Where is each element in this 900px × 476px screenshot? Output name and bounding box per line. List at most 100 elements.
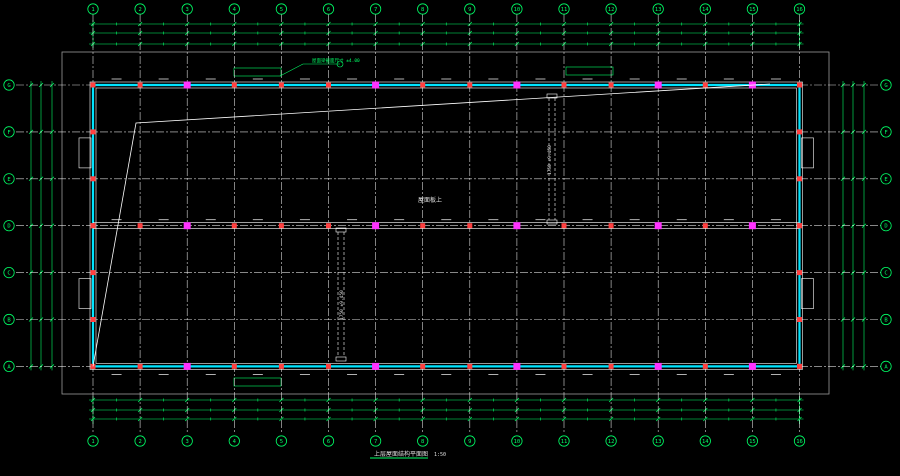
column-node [467, 223, 473, 229]
column-node [90, 270, 96, 276]
grid-bubble-top-9-label: 9 [468, 7, 471, 13]
side-bay-0 [78, 137, 92, 169]
grid-bubble-top-15-label: 15 [749, 7, 756, 13]
center-label: 屋面板上 [418, 196, 442, 204]
column-node [90, 82, 96, 88]
grid-bubble-bottom-2-label: 2 [138, 439, 141, 445]
column-node [702, 363, 708, 369]
grid-bubble-bottom-6-label: 6 [327, 439, 330, 445]
top-note-leader [279, 63, 340, 77]
beam-note-right: 1750 ±9.450 [547, 145, 553, 175]
slope-leader [92, 83, 771, 367]
drawing-title: 上层屋面结构平面图 [374, 450, 428, 458]
column-node [326, 363, 331, 369]
grid-bubble-left-G-label: G [7, 83, 10, 89]
side-bay-1 [78, 278, 92, 309]
grid-bubble-top-6-label: 6 [327, 7, 330, 13]
column-highlight [183, 222, 191, 230]
column-node [326, 82, 331, 88]
column-node [608, 82, 614, 88]
grid-bubble-bottom-12-label: 12 [608, 439, 615, 445]
column-highlight [513, 222, 521, 230]
grid-bubble-left-E-label: E [7, 177, 10, 183]
column-highlight [513, 81, 521, 89]
side-bay-3 [801, 278, 814, 309]
column-node [231, 82, 237, 88]
grid-bubble-bottom-11-label: 11 [561, 439, 568, 445]
grid-bubble-bottom-1-label: 1 [91, 439, 94, 445]
column-node [278, 82, 284, 88]
grid-bubble-top-7-label: 7 [374, 7, 377, 13]
grid-bubble-bottom-14-label: 14 [702, 439, 709, 445]
grid-bubble-right-D-label: D [884, 224, 887, 230]
column-highlight [183, 81, 191, 89]
column-node [467, 82, 473, 88]
grid-bubble-top-14-label: 14 [702, 7, 709, 13]
grid-bubble-top-1-label: 1 [91, 7, 94, 13]
beam-detail-cap-0 [546, 219, 558, 225]
structural-floor-plan: 1122334455667788991010111112121313141415… [3, 3, 892, 459]
column-node [561, 223, 567, 229]
column-node [90, 176, 96, 182]
side-bay-2 [801, 137, 814, 169]
column-node [420, 223, 426, 229]
column-node [420, 363, 426, 369]
column-node [797, 176, 802, 182]
column-node [608, 223, 614, 229]
column-highlight [372, 222, 380, 230]
beam-detail-cap-1 [335, 356, 347, 362]
column-node [326, 223, 331, 229]
grid-bubble-bottom-10-label: 10 [514, 439, 521, 445]
grid-bubble-top-3-label: 3 [186, 7, 189, 13]
top-note: 屋面梁截面尺寸 ±4.00 [312, 57, 360, 64]
column-highlight [654, 81, 662, 89]
column-node [420, 82, 426, 88]
column-node [797, 317, 802, 322]
column-highlight [183, 362, 191, 370]
beam-note-left: 1750 ±9.450 [339, 290, 345, 320]
column-node [467, 363, 473, 369]
column-node [561, 82, 567, 88]
column-highlight [513, 362, 521, 370]
column-node [797, 270, 802, 276]
column-node [702, 223, 708, 229]
grid-bubble-top-10-label: 10 [514, 7, 521, 13]
column-node [797, 223, 802, 229]
column-highlight [654, 222, 662, 230]
column-node [278, 223, 284, 229]
grid-bubble-bottom-8-label: 8 [421, 439, 424, 445]
grid-bubble-bottom-16-label: 16 [796, 439, 803, 445]
column-node [561, 363, 567, 369]
grid-bubble-bottom-9-label: 9 [468, 439, 471, 445]
grid-bubble-right-F-label: F [884, 130, 887, 136]
column-node [608, 363, 614, 369]
grid-bubble-top-11-label: 11 [561, 7, 568, 13]
grid-bubble-left-D-label: D [7, 224, 10, 230]
grid-bubble-bottom-15-label: 15 [749, 439, 756, 445]
column-node [90, 317, 96, 322]
column-node [797, 82, 802, 88]
grid-bubble-top-5-label: 5 [280, 7, 283, 13]
grid-bubble-bottom-3-label: 3 [186, 439, 189, 445]
grid-bubble-bottom-5-label: 5 [280, 439, 283, 445]
column-node [797, 129, 802, 135]
drawing-viewport[interactable]: 1 1 2 2 3 3 4 4 5 5 6 6 7 7 8 8 9 9 10 10 11 11 12 12 13 13 14 14 15… [0, 0, 900, 472]
column-highlight [372, 81, 380, 89]
grid-bubble-top-8-label: 8 [421, 7, 424, 13]
column-highlight [372, 362, 380, 370]
column-node [278, 363, 284, 369]
grid-bubble-bottom-13-label: 13 [655, 439, 662, 445]
grid-bubble-left-F-label: F [7, 130, 10, 136]
grid-bubbles: 1122334455667788991010111112121313141415… [3, 3, 892, 447]
column-node [137, 363, 143, 369]
column-node [137, 82, 143, 88]
grid-bubble-left-C-label: C [7, 271, 10, 277]
grid-bubble-right-E-label: E [884, 177, 887, 183]
column-node [231, 363, 237, 369]
beam-details [92, 60, 771, 367]
column-node [231, 223, 237, 229]
column-highlight [748, 362, 756, 370]
column-marks [90, 78, 802, 375]
column-node [797, 363, 802, 369]
column-node [90, 223, 96, 229]
